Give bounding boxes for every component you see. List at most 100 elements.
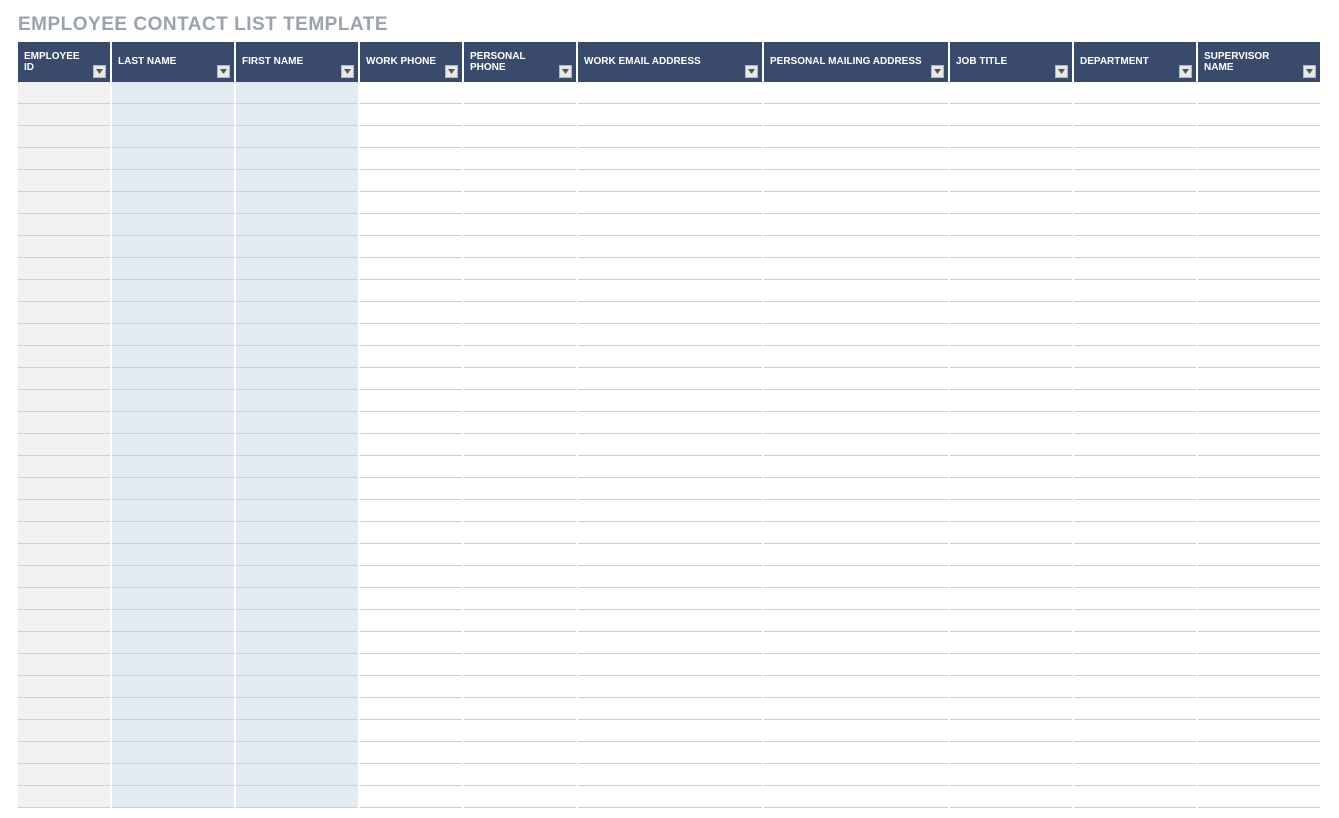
table-cell[interactable] bbox=[18, 610, 110, 632]
col-header-supervisor-name[interactable]: SUPERVISOR NAME bbox=[1198, 42, 1320, 82]
table-cell[interactable] bbox=[950, 676, 1072, 698]
table-cell[interactable] bbox=[464, 104, 576, 126]
table-cell[interactable] bbox=[764, 566, 948, 588]
table-cell[interactable] bbox=[18, 214, 110, 236]
table-cell[interactable] bbox=[360, 82, 462, 104]
table-cell[interactable] bbox=[950, 192, 1072, 214]
table-cell[interactable] bbox=[464, 522, 576, 544]
table-cell[interactable] bbox=[764, 104, 948, 126]
col-header-work-phone[interactable]: WORK PHONE bbox=[360, 42, 462, 82]
table-cell[interactable] bbox=[18, 412, 110, 434]
table-cell[interactable] bbox=[236, 654, 358, 676]
table-cell[interactable] bbox=[236, 588, 358, 610]
filter-dropdown-icon[interactable] bbox=[745, 65, 758, 78]
table-cell[interactable] bbox=[18, 82, 110, 104]
table-cell[interactable] bbox=[112, 434, 234, 456]
table-cell[interactable] bbox=[950, 236, 1072, 258]
table-cell[interactable] bbox=[1198, 170, 1320, 192]
table-cell[interactable] bbox=[236, 214, 358, 236]
table-cell[interactable] bbox=[950, 126, 1072, 148]
table-cell[interactable] bbox=[360, 192, 462, 214]
table-cell[interactable] bbox=[764, 698, 948, 720]
table-cell[interactable] bbox=[1198, 236, 1320, 258]
table-cell[interactable] bbox=[578, 82, 762, 104]
table-cell[interactable] bbox=[112, 170, 234, 192]
table-cell[interactable] bbox=[1198, 742, 1320, 764]
table-cell[interactable] bbox=[360, 742, 462, 764]
table-cell[interactable] bbox=[464, 434, 576, 456]
table-cell[interactable] bbox=[464, 258, 576, 280]
table-cell[interactable] bbox=[764, 588, 948, 610]
table-cell[interactable] bbox=[112, 742, 234, 764]
table-cell[interactable] bbox=[112, 302, 234, 324]
col-header-job-title[interactable]: JOB TITLE bbox=[950, 42, 1072, 82]
table-cell[interactable] bbox=[236, 742, 358, 764]
table-cell[interactable] bbox=[236, 764, 358, 786]
table-cell[interactable] bbox=[236, 368, 358, 390]
table-cell[interactable] bbox=[578, 632, 762, 654]
table-cell[interactable] bbox=[578, 412, 762, 434]
table-cell[interactable] bbox=[360, 632, 462, 654]
table-cell[interactable] bbox=[18, 720, 110, 742]
table-cell[interactable] bbox=[764, 280, 948, 302]
table-cell[interactable] bbox=[764, 434, 948, 456]
table-cell[interactable] bbox=[112, 764, 234, 786]
table-cell[interactable] bbox=[360, 676, 462, 698]
table-cell[interactable] bbox=[1074, 478, 1196, 500]
table-cell[interactable] bbox=[1198, 500, 1320, 522]
table-cell[interactable] bbox=[18, 632, 110, 654]
table-cell[interactable] bbox=[764, 258, 948, 280]
table-cell[interactable] bbox=[18, 566, 110, 588]
table-cell[interactable] bbox=[578, 478, 762, 500]
col-header-mailing-address[interactable]: PERSONAL MAILING ADDRESS bbox=[764, 42, 948, 82]
table-cell[interactable] bbox=[764, 786, 948, 808]
table-cell[interactable] bbox=[1198, 544, 1320, 566]
table-cell[interactable] bbox=[1074, 346, 1196, 368]
table-cell[interactable] bbox=[112, 522, 234, 544]
table-cell[interactable] bbox=[1198, 434, 1320, 456]
table-cell[interactable] bbox=[950, 170, 1072, 192]
filter-dropdown-icon[interactable] bbox=[1303, 65, 1316, 78]
table-cell[interactable] bbox=[950, 632, 1072, 654]
table-cell[interactable] bbox=[764, 148, 948, 170]
table-cell[interactable] bbox=[1198, 302, 1320, 324]
table-cell[interactable] bbox=[950, 346, 1072, 368]
table-cell[interactable] bbox=[1074, 280, 1196, 302]
table-cell[interactable] bbox=[236, 236, 358, 258]
table-cell[interactable] bbox=[1198, 632, 1320, 654]
table-cell[interactable] bbox=[950, 654, 1072, 676]
table-cell[interactable] bbox=[112, 412, 234, 434]
table-cell[interactable] bbox=[1074, 324, 1196, 346]
table-cell[interactable] bbox=[578, 324, 762, 346]
table-cell[interactable] bbox=[578, 654, 762, 676]
table-cell[interactable] bbox=[578, 698, 762, 720]
table-cell[interactable] bbox=[236, 104, 358, 126]
table-cell[interactable] bbox=[764, 214, 948, 236]
table-cell[interactable] bbox=[1198, 104, 1320, 126]
table-cell[interactable] bbox=[1198, 654, 1320, 676]
col-header-department[interactable]: DEPARTMENT bbox=[1074, 42, 1196, 82]
table-cell[interactable] bbox=[1198, 566, 1320, 588]
table-cell[interactable] bbox=[1074, 82, 1196, 104]
table-cell[interactable] bbox=[1074, 676, 1196, 698]
table-cell[interactable] bbox=[464, 280, 576, 302]
table-cell[interactable] bbox=[1074, 214, 1196, 236]
table-cell[interactable] bbox=[236, 632, 358, 654]
table-cell[interactable] bbox=[464, 126, 576, 148]
table-cell[interactable] bbox=[236, 280, 358, 302]
table-cell[interactable] bbox=[360, 720, 462, 742]
table-cell[interactable] bbox=[112, 610, 234, 632]
table-cell[interactable] bbox=[950, 566, 1072, 588]
table-cell[interactable] bbox=[112, 258, 234, 280]
table-cell[interactable] bbox=[950, 258, 1072, 280]
table-cell[interactable] bbox=[18, 654, 110, 676]
table-cell[interactable] bbox=[950, 148, 1072, 170]
table-cell[interactable] bbox=[950, 764, 1072, 786]
table-cell[interactable] bbox=[1074, 412, 1196, 434]
table-cell[interactable] bbox=[1074, 104, 1196, 126]
table-cell[interactable] bbox=[578, 258, 762, 280]
table-cell[interactable] bbox=[236, 698, 358, 720]
table-cell[interactable] bbox=[360, 786, 462, 808]
table-cell[interactable] bbox=[1074, 258, 1196, 280]
table-cell[interactable] bbox=[112, 632, 234, 654]
